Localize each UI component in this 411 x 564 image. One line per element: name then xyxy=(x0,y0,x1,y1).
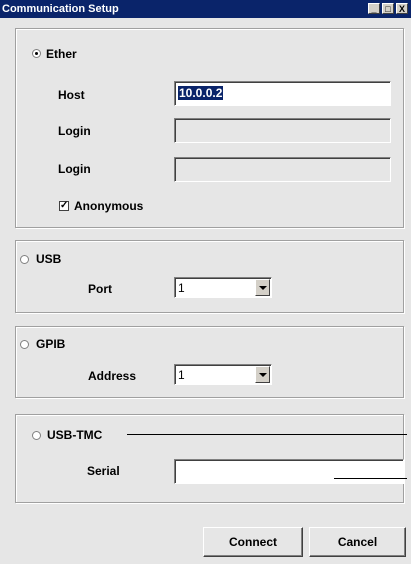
usbtmc-separator-line xyxy=(127,434,407,435)
login-label: Login xyxy=(58,124,91,138)
serial-input[interactable] xyxy=(174,459,404,484)
password-label: Login xyxy=(58,162,91,176)
anonymous-label: Anonymous xyxy=(74,199,144,213)
minimize-button[interactable]: _ xyxy=(368,3,380,14)
address-select[interactable]: 1 xyxy=(174,364,272,385)
cancel-button[interactable]: Cancel xyxy=(309,527,406,557)
connect-button[interactable]: Connect xyxy=(203,527,303,557)
chevron-down-icon[interactable] xyxy=(255,279,270,296)
port-value: 1 xyxy=(178,281,185,295)
address-label: Address xyxy=(88,369,137,383)
title-bar[interactable]: Communication Setup _ □ X xyxy=(0,0,411,18)
usb-radio[interactable] xyxy=(20,255,29,264)
serial-underline xyxy=(334,478,407,479)
host-input[interactable]: 10.0.0.2 xyxy=(174,81,391,106)
serial-label: Serial xyxy=(87,464,120,478)
port-select[interactable]: 1 xyxy=(174,277,272,298)
usbtmc-label: USB-TMC xyxy=(47,428,103,442)
gpib-group xyxy=(15,326,404,398)
usb-label: USB xyxy=(36,252,62,266)
gpib-label: GPIB xyxy=(36,337,66,351)
gpib-radio[interactable] xyxy=(20,340,29,349)
anonymous-checkbox[interactable]: ✓ xyxy=(59,201,69,211)
chevron-down-icon[interactable] xyxy=(255,366,270,383)
maximize-button[interactable]: □ xyxy=(382,3,394,14)
window-title: Communication Setup xyxy=(2,3,119,15)
ether-label: Ether xyxy=(46,47,77,61)
host-value: 10.0.0.2 xyxy=(178,86,224,100)
login-input[interactable] xyxy=(174,118,391,143)
address-value: 1 xyxy=(178,368,185,382)
password-input[interactable] xyxy=(174,157,391,182)
ether-radio[interactable] xyxy=(32,49,41,58)
usbtmc-radio[interactable] xyxy=(32,431,41,440)
close-button[interactable]: X xyxy=(396,3,408,14)
host-label: Host xyxy=(58,88,85,102)
port-label: Port xyxy=(88,282,112,296)
